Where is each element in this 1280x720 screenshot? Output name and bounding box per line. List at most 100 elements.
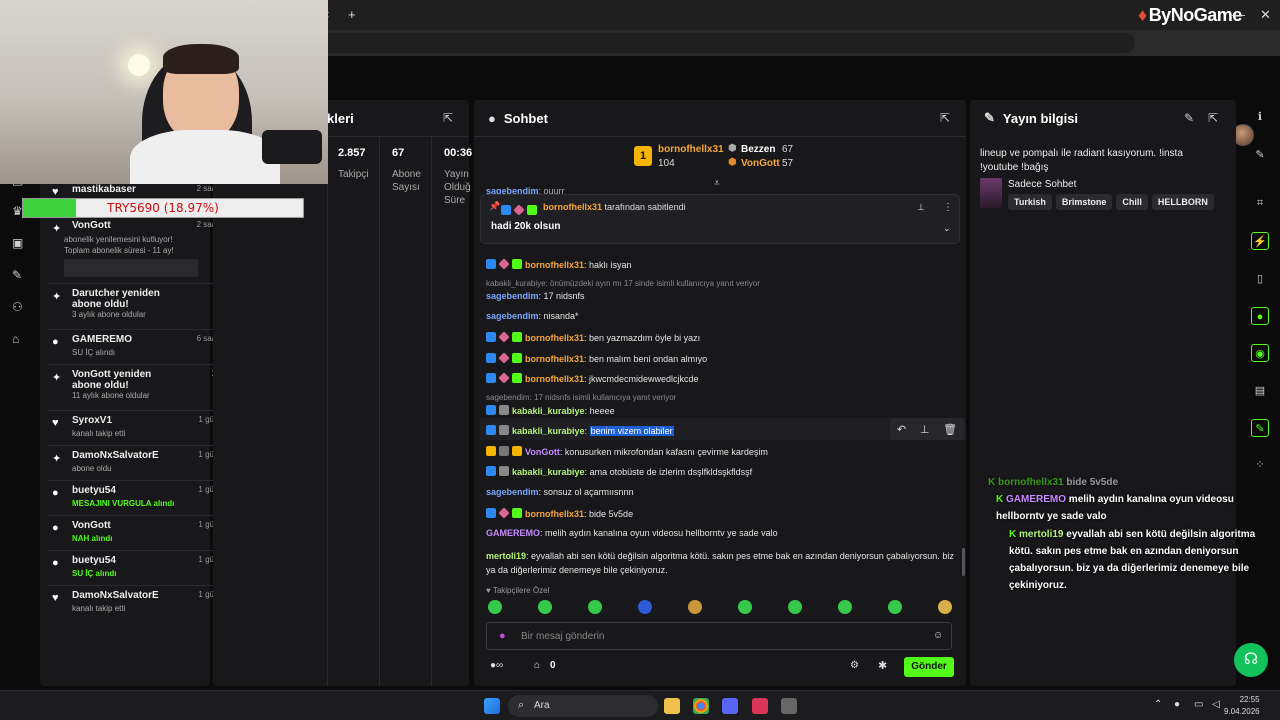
- emote[interactable]: [888, 600, 902, 614]
- network-icon[interactable]: ▭: [1194, 699, 1203, 710]
- list-item[interactable]: ✦ VonGott 2 saat önce abonelik yenilemes…: [48, 216, 238, 284]
- emote[interactable]: [638, 600, 652, 614]
- right-icon-rail: ℹ ✎ ⌗ ⚡ ▯ ● ◉ ▤ ✎ ⁘: [1240, 100, 1280, 690]
- rank-icon: ⬢: [728, 157, 737, 168]
- brand-logo: ♦ ByNoGame: [1138, 5, 1242, 25]
- apps-icon[interactable]: ⁘: [1251, 456, 1269, 474]
- gifter-name[interactable]: Bezzen: [741, 144, 775, 155]
- wrench-icon[interactable]: ✎: [1251, 419, 1269, 437]
- emote[interactable]: [788, 600, 802, 614]
- heart-icon: ♥: [52, 417, 59, 429]
- lightning-icon[interactable]: ⚡: [1251, 232, 1269, 250]
- gear-icon[interactable]: ⚙: [850, 660, 859, 671]
- chat-icon[interactable]: ●: [1251, 307, 1269, 325]
- emote[interactable]: [688, 600, 702, 614]
- store-icon[interactable]: ⌂: [534, 660, 540, 671]
- list-item[interactable]: ✦ DamoNxSalvatorE 1 gün önce abone oldu: [48, 446, 238, 481]
- volume-icon[interactable]: ◁: [1212, 699, 1220, 710]
- message-box: [64, 259, 198, 277]
- heart-icon: ♥: [52, 592, 59, 604]
- emote[interactable]: [938, 600, 952, 614]
- support-button[interactable]: ☊: [1234, 643, 1268, 677]
- light-glow: [128, 54, 150, 76]
- list-item[interactable]: ● GAMEREMO 6 saat önce SU İÇ alındı: [48, 330, 238, 365]
- list-item[interactable]: ✦ Darutcher yeniden abone oldu! 5 saat ö…: [48, 284, 238, 330]
- broadcast-icon[interactable]: ◉: [1251, 344, 1269, 362]
- users-icon[interactable]: ⚇: [12, 300, 23, 314]
- overlay-message: K GAMEREMO melih aydın kanalına oyun vid…: [996, 494, 1234, 522]
- info-icon[interactable]: ℹ: [1251, 108, 1269, 126]
- list-item[interactable]: ● VonGott 1 gün önce NAH alındı: [48, 516, 238, 551]
- hair: [163, 44, 239, 74]
- pinned-menu-icon[interactable]: ⋮: [943, 202, 953, 213]
- video-icon[interactable]: ▣: [12, 236, 23, 250]
- layout-icon[interactable]: ▤: [1251, 382, 1269, 400]
- chrome-icon[interactable]: [693, 698, 709, 714]
- cake-icon[interactable]: ⌂: [12, 332, 19, 346]
- gifter-name[interactable]: bornofhellx31: [658, 144, 724, 155]
- taskbar-clock[interactable]: 22:55 9.04.2026: [1224, 694, 1260, 718]
- microphone-icon[interactable]: ●: [1174, 699, 1180, 710]
- pencil-icon[interactable]: ✎: [1251, 146, 1269, 164]
- heart-icon: ♥: [52, 186, 59, 198]
- mic-icon[interactable]: ●: [499, 630, 506, 642]
- tag[interactable]: Chill: [1116, 194, 1148, 210]
- subs-value: 67: [392, 147, 405, 159]
- category-thumbnail[interactable]: [980, 178, 1002, 208]
- reply-icon[interactable]: ↶: [897, 423, 906, 436]
- webcam-video: [0, 0, 328, 184]
- unpin-icon[interactable]: ⊥: [917, 202, 925, 213]
- list-item[interactable]: ♥ SyroxV1 1 gün önce kanalı takip etti: [48, 411, 238, 446]
- wrench-icon[interactable]: ✎: [12, 268, 22, 282]
- emote[interactable]: [838, 600, 852, 614]
- minimize-icon[interactable]: —: [1232, 7, 1245, 22]
- chat-scrollbar[interactable]: [962, 548, 965, 576]
- scan-icon[interactable]: ⌗: [1251, 194, 1269, 212]
- emote[interactable]: [538, 600, 552, 614]
- collapse-icon[interactable]: ⩡: [714, 178, 720, 189]
- popout-icon[interactable]: ⇱: [443, 111, 453, 125]
- send-button[interactable]: Gönder: [904, 657, 954, 677]
- document-icon[interactable]: ▯: [1251, 270, 1269, 288]
- chevron-down-icon[interactable]: ⌄: [943, 223, 951, 234]
- microphone: [262, 130, 322, 164]
- gifter-count: 67: [782, 144, 794, 155]
- close-window-icon[interactable]: ✕: [1260, 7, 1271, 23]
- app-icon[interactable]: [781, 698, 797, 714]
- emoji-icon[interactable]: ☺: [933, 630, 943, 641]
- chat-message: bornofhellx31: bide 5v5de: [486, 507, 633, 519]
- gifter-name[interactable]: VonGott: [741, 158, 780, 169]
- chat-message: sagebendim: 17 nidsnfs: [486, 291, 585, 301]
- wrench-icon: ✎: [984, 110, 995, 125]
- emote[interactable]: [738, 600, 752, 614]
- tag[interactable]: Turkish: [1008, 194, 1052, 210]
- category-name[interactable]: Sadece Sohbet: [1008, 179, 1076, 190]
- emote[interactable]: [588, 600, 602, 614]
- windows-start-icon[interactable]: [484, 698, 500, 714]
- list-item[interactable]: ✦ VonGott yeniden abone oldu! 21 saat ön…: [48, 365, 238, 411]
- edit-icon[interactable]: ✎: [1184, 111, 1194, 125]
- new-tab-icon[interactable]: +: [348, 7, 356, 22]
- popout-icon[interactable]: ⇱: [940, 111, 950, 125]
- tag[interactable]: HELLBORN: [1151, 194, 1214, 210]
- overlay-message: K mertoli19 eyvallah abi sen kötü değils…: [1009, 529, 1256, 591]
- delete-icon[interactable]: 🗑: [943, 423, 957, 436]
- tray-chevron-icon[interactable]: ⌃: [1154, 699, 1162, 710]
- list-item[interactable]: ♥ DamoNxSalvatorE 1 gün önce kanalı taki…: [48, 586, 238, 621]
- list-item[interactable]: ● buetyu54 1 gün önce MESAJINI VURGULA a…: [48, 481, 238, 516]
- tag[interactable]: Brimstone: [1055, 194, 1113, 210]
- app-icon[interactable]: [752, 698, 768, 714]
- pinned-message[interactable]: 📌 bornofhellx31 tarafından sabitlendi ha…: [480, 194, 960, 244]
- file-explorer-icon[interactable]: [664, 698, 680, 714]
- taskbar-search[interactable]: ⌕ Ara: [508, 695, 658, 717]
- chat-input[interactable]: ● Bir mesaj gönderin ☺: [486, 622, 952, 650]
- gifter-count: 104: [658, 158, 675, 169]
- emote-picker-icon[interactable]: ✱: [878, 659, 887, 672]
- discord-icon[interactable]: [722, 698, 738, 714]
- chat-bubble-icon: ●: [488, 110, 496, 126]
- list-item[interactable]: ● buetyu54 1 gün önce SU İÇ alındı: [48, 551, 238, 586]
- points-icon[interactable]: ●∞: [490, 660, 503, 671]
- pin-message-icon[interactable]: ⊥: [920, 423, 930, 436]
- emote[interactable]: [488, 600, 502, 614]
- popout-icon[interactable]: ⇱: [1208, 111, 1218, 125]
